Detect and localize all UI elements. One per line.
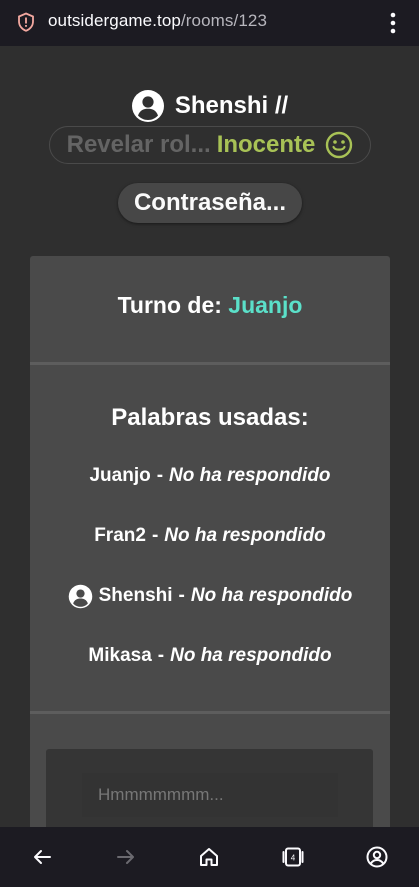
- answer-panel: [46, 749, 373, 836]
- word-row-status: No ha respondido: [164, 525, 326, 546]
- role-label: Inocente: [216, 131, 316, 158]
- browser-url-bar[interactable]: outsidergame.top/rooms/123: [0, 0, 419, 46]
- turn-player: Juanjo: [228, 292, 303, 318]
- word-row-separator: -: [151, 525, 159, 546]
- turn-indicator: Turno de: Juanjo: [30, 292, 390, 319]
- menu-dots-icon[interactable]: [384, 10, 402, 36]
- url-domain: outsidergame.top: [48, 11, 181, 30]
- answer-input[interactable]: [82, 773, 338, 817]
- game-card: Turno de: Juanjo Palabras usadas: Juanjo…: [30, 256, 390, 836]
- turn-label: Turno de:: [117, 292, 222, 318]
- forward-button[interactable]: [106, 837, 146, 877]
- used-words-title: Palabras usadas:: [111, 404, 309, 431]
- current-user: Shenshi //: [0, 86, 419, 126]
- word-row-separator: -: [157, 645, 165, 666]
- tabs-button[interactable]: 4: [273, 837, 313, 877]
- forward-arrow-icon: [116, 850, 134, 864]
- word-row-status: No ha respondido: [169, 465, 331, 486]
- shield-icon[interactable]: [16, 12, 36, 32]
- word-row-player: Fran2: [94, 525, 146, 546]
- word-row-status: No ha respondido: [190, 585, 353, 606]
- account-button[interactable]: [357, 837, 397, 877]
- reveal-role-label: Revelar rol...: [66, 131, 211, 158]
- url-text[interactable]: outsidergame.top/rooms/123: [48, 11, 267, 31]
- divider: [30, 362, 390, 365]
- word-row-player: Shenshi: [98, 585, 173, 606]
- role-reveal-toggle[interactable]: Revelar rol... Inocente: [49, 126, 371, 164]
- back-button[interactable]: [22, 837, 62, 877]
- word-row-player: Mikasa: [88, 645, 152, 666]
- word-row: Fran2 - No ha respondido: [30, 521, 390, 551]
- tabs-icon: 4: [282, 847, 304, 867]
- word-row-separator: -: [156, 465, 164, 486]
- username: Shenshi //: [174, 92, 289, 119]
- word-row: Shenshi - No ha respondido: [30, 581, 390, 611]
- smile-icon: [326, 131, 353, 159]
- word-row: Juanjo - No ha respondido: [30, 461, 390, 491]
- tab-count: 4: [291, 854, 296, 863]
- account-icon: [366, 846, 388, 868]
- divider: [30, 711, 390, 714]
- home-icon: [200, 848, 219, 866]
- browser-bottom-nav: 4: [0, 827, 419, 887]
- user-avatar-icon: [131, 90, 164, 122]
- word-row-status: No ha respondido: [170, 645, 332, 666]
- home-button[interactable]: [189, 837, 229, 877]
- back-arrow-icon: [33, 850, 51, 864]
- word-row: Mikasa - No ha respondido: [30, 641, 390, 671]
- url-path: /rooms/123: [180, 11, 268, 30]
- word-row-player: Juanjo: [89, 465, 151, 486]
- word-row-separator: -: [178, 585, 185, 606]
- password-button[interactable]: Contraseña...: [118, 183, 302, 223]
- user-avatar-icon: [68, 584, 92, 608]
